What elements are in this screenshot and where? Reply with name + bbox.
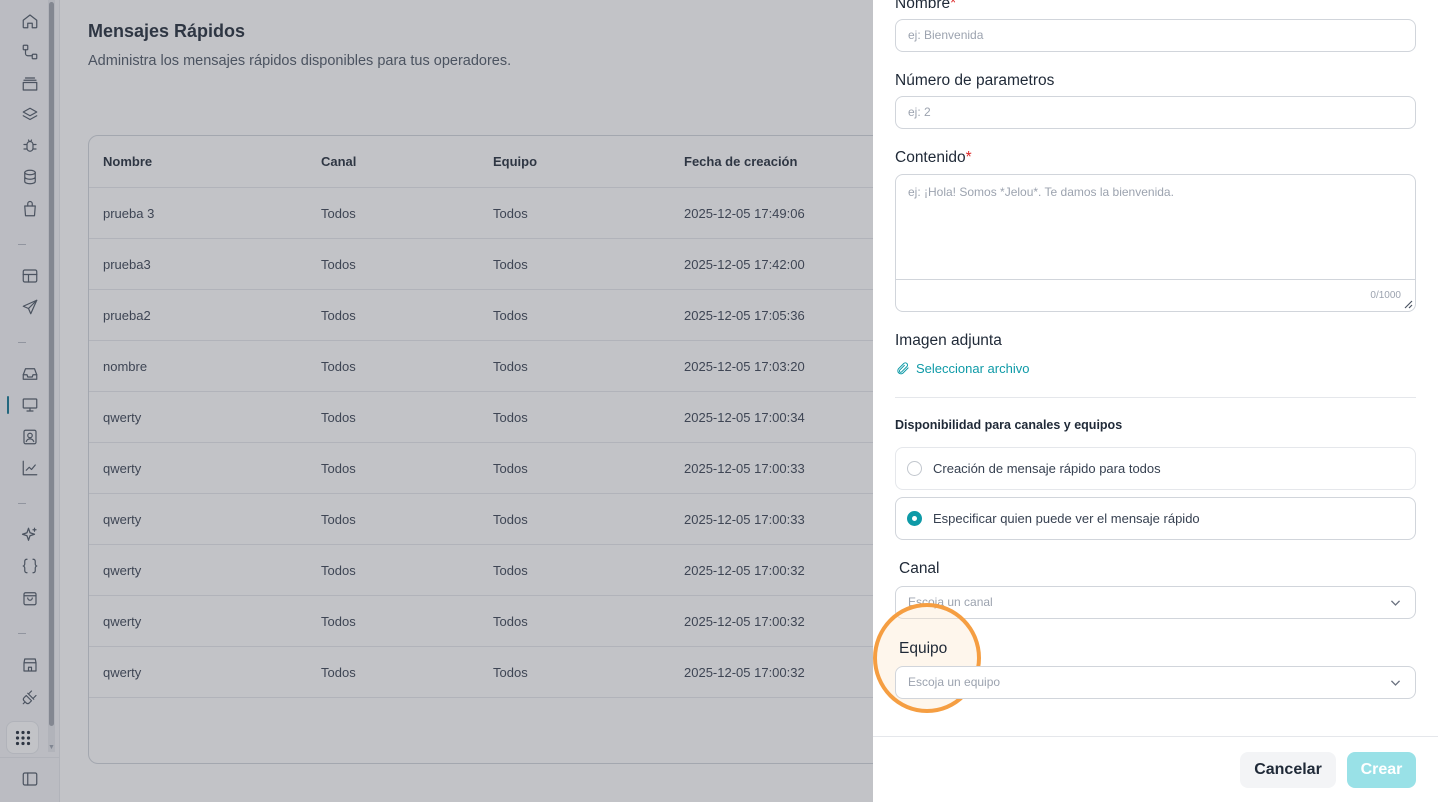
nombre-label: Nombre* [895, 0, 956, 13]
textarea-divider [896, 279, 1415, 280]
create-button[interactable]: Crear [1347, 752, 1416, 788]
canal-label: Canal [899, 560, 940, 577]
parametros-label: Número de parametros [895, 72, 1055, 89]
equipo-placeholder: Escoja un equipo [908, 675, 1001, 689]
canal-select[interactable]: Escoja un canal [895, 586, 1416, 619]
chevron-down-icon [1389, 676, 1402, 689]
radio-all[interactable] [907, 461, 922, 476]
contenido-placeholder: ej: ¡Hola! Somos *Jelou*. Te damos la bi… [908, 185, 1174, 199]
drawer-footer: Cancelar Crear [873, 736, 1438, 802]
nombre-placeholder: ej: Bienvenida [908, 28, 984, 42]
required-mark: * [965, 149, 972, 166]
equipo-select[interactable]: Escoja un equipo [895, 666, 1416, 699]
chevron-down-icon [1389, 596, 1402, 609]
option-all[interactable]: Creación de mensaje rápido para todos [895, 447, 1416, 490]
resize-handle-icon[interactable] [1404, 300, 1413, 309]
required-mark: * [950, 0, 957, 12]
modal-backdrop[interactable] [0, 0, 873, 802]
parametros-placeholder: ej: 2 [908, 105, 931, 119]
option-specify-label: Especificar quien puede ver el mensaje r… [933, 511, 1200, 526]
select-file-label: Seleccionar archivo [916, 361, 1030, 376]
imagen-label: Imagen adjunta [895, 332, 1002, 349]
availability-title: Disponibilidad para canales y equipos [895, 418, 1123, 432]
cancel-button[interactable]: Cancelar [1240, 752, 1336, 788]
equipo-label: Equipo [899, 640, 948, 657]
select-file-link[interactable]: Seleccionar archivo [895, 361, 1029, 376]
radio-specify[interactable] [907, 511, 922, 526]
contenido-textarea[interactable]: ej: ¡Hola! Somos *Jelou*. Te damos la bi… [895, 174, 1416, 312]
create-quick-message-drawer: Nombre* ej: Bienvenida Número de paramet… [873, 0, 1438, 802]
section-divider [895, 397, 1416, 398]
character-counter: 0/1000 [1370, 290, 1401, 301]
option-specify[interactable]: Especificar quien puede ver el mensaje r… [895, 497, 1416, 540]
paperclip-icon [897, 362, 909, 375]
contenido-label: Contenido* [895, 149, 972, 166]
option-all-label: Creación de mensaje rápido para todos [933, 461, 1161, 476]
parametros-input[interactable]: ej: 2 [895, 96, 1416, 129]
nombre-input[interactable]: ej: Bienvenida [895, 19, 1416, 52]
